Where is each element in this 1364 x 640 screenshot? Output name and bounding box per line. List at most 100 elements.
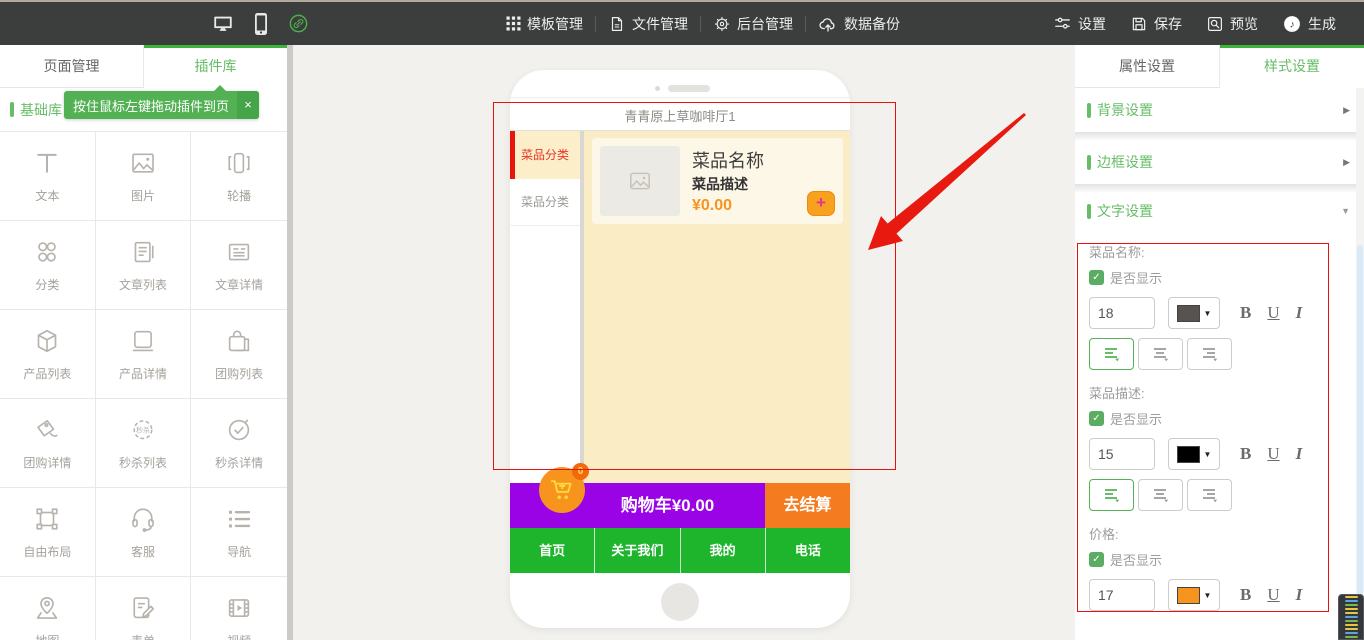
desktop-icon[interactable] (212, 13, 234, 35)
checkbox-checked[interactable]: ✓ (1089, 270, 1104, 285)
library-section-title: 基础库 (20, 100, 62, 120)
italic-button[interactable]: I (1296, 444, 1303, 464)
widget-free-layout[interactable]: 自由布局 (0, 488, 96, 577)
section-divider (1075, 184, 1364, 192)
action-label: 设置 (1078, 14, 1106, 34)
widget-video[interactable]: 视频 (191, 577, 287, 640)
dish-card[interactable]: 菜品名称 菜品描述 ¥0.00 + (592, 138, 843, 224)
font-size-input[interactable] (1089, 297, 1155, 329)
nav-item-home[interactable]: 首页 (510, 528, 595, 573)
widget-form[interactable]: 表单 (96, 577, 192, 640)
tab-attribute-settings[interactable]: 属性设置 (1075, 45, 1220, 88)
dish-list-area: 菜品名称 菜品描述 ¥0.00 + (584, 131, 850, 483)
bold-button[interactable]: B (1240, 303, 1251, 323)
carousel-icon (224, 148, 254, 178)
underline-button[interactable]: U (1267, 444, 1279, 464)
font-size-input[interactable] (1089, 438, 1155, 470)
nav-item-about[interactable]: 关于我们 (595, 528, 680, 573)
widget-grid: 文本 图片 轮播 分类 文章列表 文章详情 产品列表 产品详情 (0, 131, 287, 640)
align-right-button[interactable] (1187, 479, 1232, 511)
scrollbar-thumb[interactable] (1357, 245, 1363, 640)
product-list-icon (32, 326, 62, 356)
align-right-button[interactable] (1187, 338, 1232, 370)
mobile-icon[interactable] (254, 12, 268, 36)
section-text-settings[interactable]: 文字设置 ▼ (1075, 192, 1364, 230)
chevron-right-icon[interactable]: ▶ (1343, 105, 1350, 116)
italic-button[interactable]: I (1296, 585, 1303, 605)
add-to-cart-button[interactable]: + (807, 191, 835, 216)
align-left-button[interactable] (1089, 479, 1134, 511)
grid-icon (506, 16, 521, 31)
widget-customer-service[interactable]: 客服 (96, 488, 192, 577)
text-settings-form: 菜品名称: ✓ 是否显示 ▼ B U I (1075, 230, 1364, 611)
font-size-input[interactable] (1089, 579, 1155, 611)
widget-product-list[interactable]: 产品列表 (0, 310, 96, 399)
checkout-button[interactable]: 去结算 (765, 483, 850, 528)
widget-article-list[interactable]: 文章列表 (96, 221, 192, 310)
floating-indicator-widget[interactable] (1338, 594, 1364, 640)
menu-plugin-body[interactable]: 菜品分类 菜品分类 菜品名称 菜品描述 ¥0.00 + (510, 131, 850, 483)
widget-group-detail[interactable]: 团购详情 (0, 399, 96, 488)
section-border-settings[interactable]: 边框设置 ▶ (1075, 140, 1364, 184)
widget-text[interactable]: 文本 (0, 132, 96, 221)
font-color-select[interactable]: ▼ (1168, 297, 1220, 329)
chevron-down-icon[interactable]: ▼ (1341, 206, 1350, 216)
checkbox-checked[interactable]: ✓ (1089, 411, 1104, 426)
caret-down-icon: ▼ (1204, 450, 1212, 459)
widget-map[interactable]: 地图 (0, 577, 96, 640)
nav-item-mine[interactable]: 我的 (681, 528, 766, 573)
bold-button[interactable]: B (1240, 585, 1251, 605)
font-color-select[interactable]: ▼ (1168, 579, 1220, 611)
free-layout-icon (32, 504, 62, 534)
action-label: 预览 (1230, 14, 1258, 34)
right-panel-scrollbar[interactable] (1356, 88, 1364, 640)
italic-button[interactable]: I (1296, 303, 1303, 323)
tooltip-text: 按住鼠标左键拖动插件到页 (73, 96, 229, 115)
widget-label: 产品列表 (23, 365, 71, 382)
widget-seckill-list[interactable]: 秒杀 秒杀列表 (96, 399, 192, 488)
font-color-select[interactable]: ▼ (1168, 438, 1220, 470)
field-label-dish-desc: 菜品描述: (1089, 383, 1364, 402)
menu-template-manage[interactable]: 模板管理 (494, 14, 595, 34)
preview-button[interactable]: 预览 (1194, 14, 1270, 34)
align-center-button[interactable] (1138, 479, 1183, 511)
align-left-button[interactable] (1089, 338, 1134, 370)
menu-data-backup[interactable]: 数据备份 (806, 14, 912, 34)
category-item-active[interactable]: 菜品分类 (510, 131, 580, 179)
section-background-settings[interactable]: 背景设置 ▶ (1075, 88, 1364, 132)
tab-page-manage[interactable]: 页面管理 (0, 45, 144, 88)
underline-button[interactable]: U (1267, 585, 1279, 605)
chevron-right-icon[interactable]: ▶ (1343, 157, 1350, 168)
tab-plugin-library[interactable]: 插件库 (144, 45, 287, 88)
widget-seckill-detail[interactable]: 秒杀详情 (191, 399, 287, 488)
generate-button[interactable]: ♪ 生成 (1270, 14, 1348, 34)
widget-carousel[interactable]: 轮播 (191, 132, 287, 221)
widget-group-list[interactable]: 团购列表 (191, 310, 287, 399)
widget-article-detail[interactable]: 文章详情 (191, 221, 287, 310)
menu-file-manage[interactable]: 文件管理 (596, 14, 700, 34)
section-accent-bar (1087, 155, 1091, 170)
font-controls-row: ▼ B U I (1089, 438, 1364, 470)
bold-button[interactable]: B (1240, 444, 1251, 464)
widget-product-detail[interactable]: 产品详情 (96, 310, 192, 399)
align-center-button[interactable] (1138, 338, 1183, 370)
menu-backend-manage[interactable]: 后台管理 (701, 14, 805, 34)
checkbox-checked[interactable]: ✓ (1089, 552, 1104, 567)
tooltip-close-button[interactable]: × (237, 91, 259, 119)
settings-button[interactable]: 设置 (1041, 14, 1118, 34)
category-item[interactable]: 菜品分类 (510, 179, 580, 226)
widget-navigation[interactable]: 导航 (191, 488, 287, 577)
map-pin-icon (32, 593, 62, 623)
svg-text:♪: ♪ (1290, 19, 1295, 30)
save-button[interactable]: 保存 (1118, 14, 1194, 34)
tab-style-settings[interactable]: 样式设置 (1220, 45, 1364, 88)
widget-category[interactable]: 分类 (0, 221, 96, 310)
text-style-buttons: B U I (1240, 444, 1302, 464)
section-title: 边框设置 (1097, 152, 1153, 172)
caret-down-icon: ▼ (1204, 591, 1212, 600)
nav-item-phone[interactable]: 电话 (766, 528, 850, 573)
plugin-library-panel: 页面管理 插件库 基础库 按住鼠标左键拖动插件到页 × 文本 图片 轮播 分类 … (0, 45, 287, 640)
underline-button[interactable]: U (1267, 303, 1279, 323)
widget-image[interactable]: 图片 (96, 132, 192, 221)
link-icon[interactable] (288, 13, 309, 34)
